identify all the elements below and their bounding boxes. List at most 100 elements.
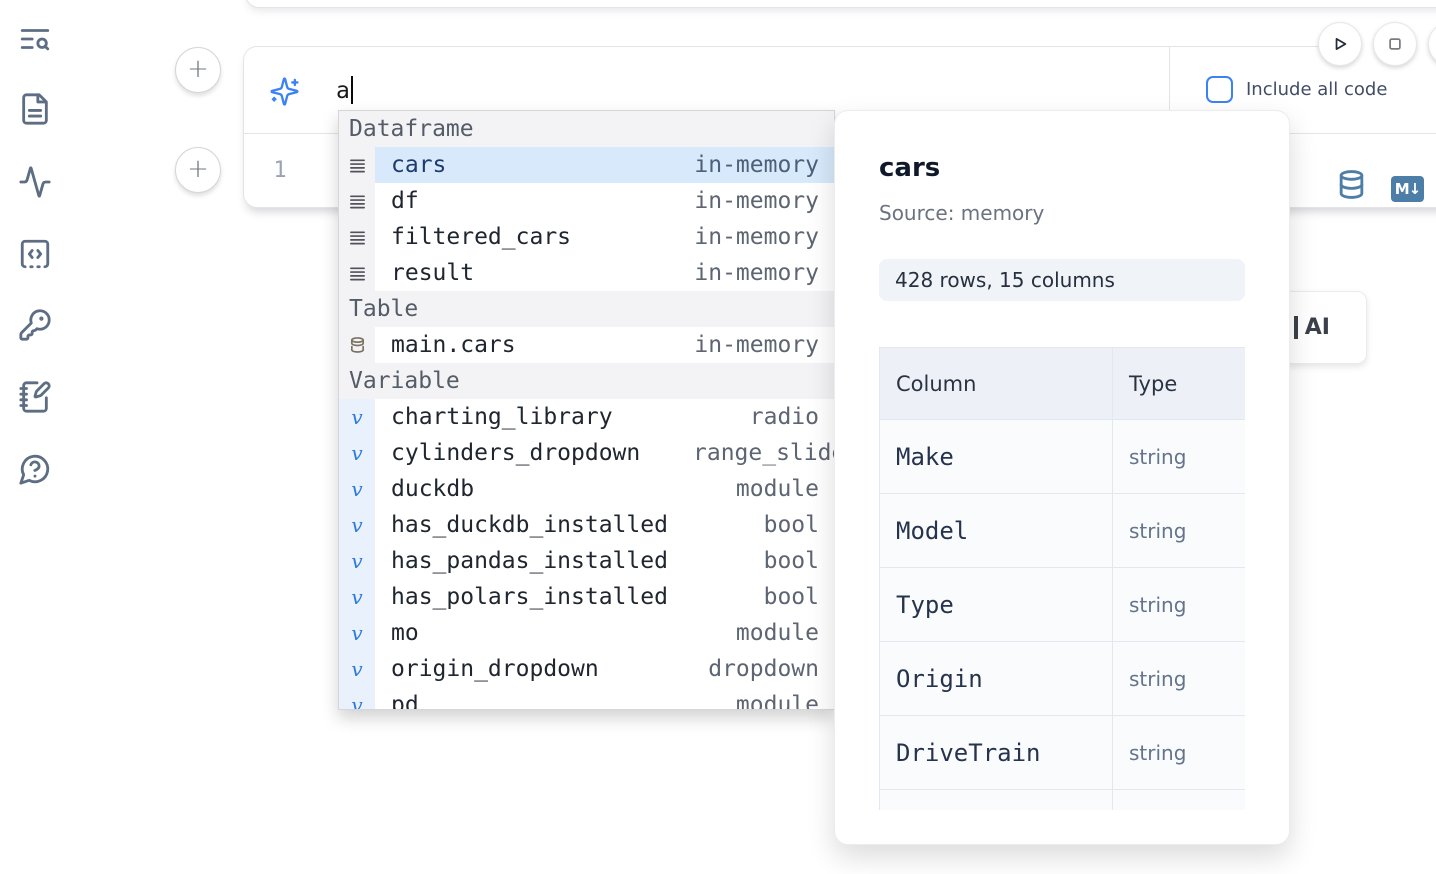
play-icon [1327,31,1353,57]
autocomplete-item[interactable]: v cylinders_dropdown range_slider [339,435,834,471]
variable-icon: v [351,405,362,429]
key-icon [18,308,52,342]
schema-table-row [880,790,1246,811]
text-search-icon [18,22,52,56]
schema-table-row: Model string [880,494,1246,568]
activity-icon [18,165,52,199]
sidebar-item-help[interactable] [18,452,54,488]
schema-column-name: Model [880,494,1113,568]
dataframe-icon [349,265,366,282]
autocomplete-item[interactable]: v has_polars_installed bool [339,579,834,615]
autocomplete-list: Dataframe v cars in-memory v df in-memor… [339,111,834,710]
include-all-code-checkbox[interactable] [1206,76,1233,103]
autocomplete-item-name: filtered_cars [391,224,571,250]
variable-icon: v [351,441,362,465]
autocomplete-item[interactable]: v pd module [339,687,834,710]
add-cell-above-button[interactable]: + [175,47,221,93]
clipped-letter-fragment [1294,316,1298,339]
schema-header-column: Column [880,348,1113,420]
schema-column-name: Type [880,568,1113,642]
autocomplete-item[interactable]: v origin_dropdown dropdown [339,651,834,687]
autocomplete-item[interactable]: v mo module [339,615,834,651]
autocomplete-section-header: Variable [339,363,834,399]
add-cell-below-button[interactable]: + [175,147,221,193]
preview-summary-badge: 428 rows, 15 columns [879,259,1245,301]
autocomplete-item-type: in-memory [693,188,834,214]
autocomplete-item[interactable]: v duckdb module [339,471,834,507]
autocomplete-item-name: charting_library [391,404,613,430]
schema-column-type [1113,790,1246,811]
dataframe-icon [349,157,366,174]
autocomplete-item-name: mo [391,620,419,646]
variable-icon: v [351,549,362,573]
database-icon [1336,169,1367,200]
sidebar-item-scratchpad[interactable] [18,380,54,416]
ai-button-label: AI [1305,315,1330,340]
autocomplete-item-name: duckdb [391,476,474,502]
previous-cell-edge [245,0,1436,8]
autocomplete-item-type: in-memory [693,224,834,250]
sidebar [0,0,70,874]
sidebar-item-snippets[interactable] [18,237,54,273]
help-chat-icon [18,452,52,486]
run-cell-button[interactable] [1318,22,1362,66]
autocomplete-item-type: module [693,620,834,646]
schema-column-type: string [1113,568,1246,642]
schema-table-body: Make string Model string Type string Ori… [880,420,1246,811]
autocomplete-item-type: bool [693,584,834,610]
schema-table-row: Type string [880,568,1246,642]
ai-prompt-input[interactable]: a [336,76,353,107]
schema-column-type: string [1113,642,1246,716]
line-number: 1 [268,158,292,183]
autocomplete-item[interactable]: v df in-memory [339,183,834,219]
autocomplete-item[interactable]: v result in-memory [339,255,834,291]
schema-column-name: DriveTrain [880,716,1113,790]
stop-icon [1382,31,1408,57]
autocomplete-item-type: range_slider [693,440,834,466]
dataframe-preview-panel: cars Source: memory 428 rows, 15 columns… [834,110,1290,845]
schema-table-row: Origin string [880,642,1246,716]
autocomplete-item-type: in-memory [693,260,834,286]
dataframe-icon [349,193,366,210]
variable-icon: v [351,477,362,501]
autocomplete-item[interactable]: v cars in-memory [339,147,834,183]
export-dataframe-button[interactable] [1336,169,1367,201]
autocomplete-item-name: has_polars_installed [391,584,668,610]
variable-icon: v [351,513,362,537]
autocomplete-item[interactable]: v has_pandas_installed bool [339,543,834,579]
autocomplete-item-type: in-memory [693,332,834,358]
stop-button[interactable] [1373,22,1417,66]
autocomplete-item-name: has_pandas_installed [391,548,668,574]
sidebar-item-files[interactable] [18,92,54,128]
autocomplete-item-name: cylinders_dropdown [391,440,640,466]
autocomplete-item-type: module [693,476,834,502]
autocomplete-item-name: has_duckdb_installed [391,512,668,538]
markdown-icon: M↓ [1395,180,1421,198]
sidebar-item-secrets[interactable] [18,308,54,344]
autocomplete-dropdown[interactable]: Dataframe v cars in-memory v df in-memor… [338,110,835,710]
text-cursor [351,76,353,104]
autocomplete-item[interactable]: v has_duckdb_installed bool [339,507,834,543]
autocomplete-item[interactable]: v filtered_cars in-memory [339,219,834,255]
autocomplete-item-name: df [391,188,419,214]
autocomplete-item-name: pd [391,692,419,710]
autocomplete-item-type: module [693,692,834,710]
schema-column-type: string [1113,716,1246,790]
markdown-convert-button[interactable]: M↓ [1391,176,1424,202]
variable-icon: v [351,693,362,710]
autocomplete-item-type: radio [693,404,834,430]
autocomplete-item[interactable]: v main.cars in-memory [339,327,834,363]
schema-table-wrapper: Column Type Make string Model string Typ… [879,347,1245,810]
autocomplete-item-name: main.cars [391,332,516,358]
schema-column-name: Origin [880,642,1113,716]
schema-header-type: Type [1113,348,1246,420]
schema-column-type: string [1113,494,1246,568]
sidebar-item-search[interactable] [18,22,54,58]
variable-icon: v [351,657,362,681]
schema-table-row: DriveTrain string [880,716,1246,790]
sidebar-item-activity[interactable] [18,165,54,201]
preview-source: Source: memory [879,201,1245,225]
autocomplete-item[interactable]: v charting_library radio [339,399,834,435]
autocomplete-item-type: dropdown [693,656,834,682]
autocomplete-section-header: Table [339,291,834,327]
